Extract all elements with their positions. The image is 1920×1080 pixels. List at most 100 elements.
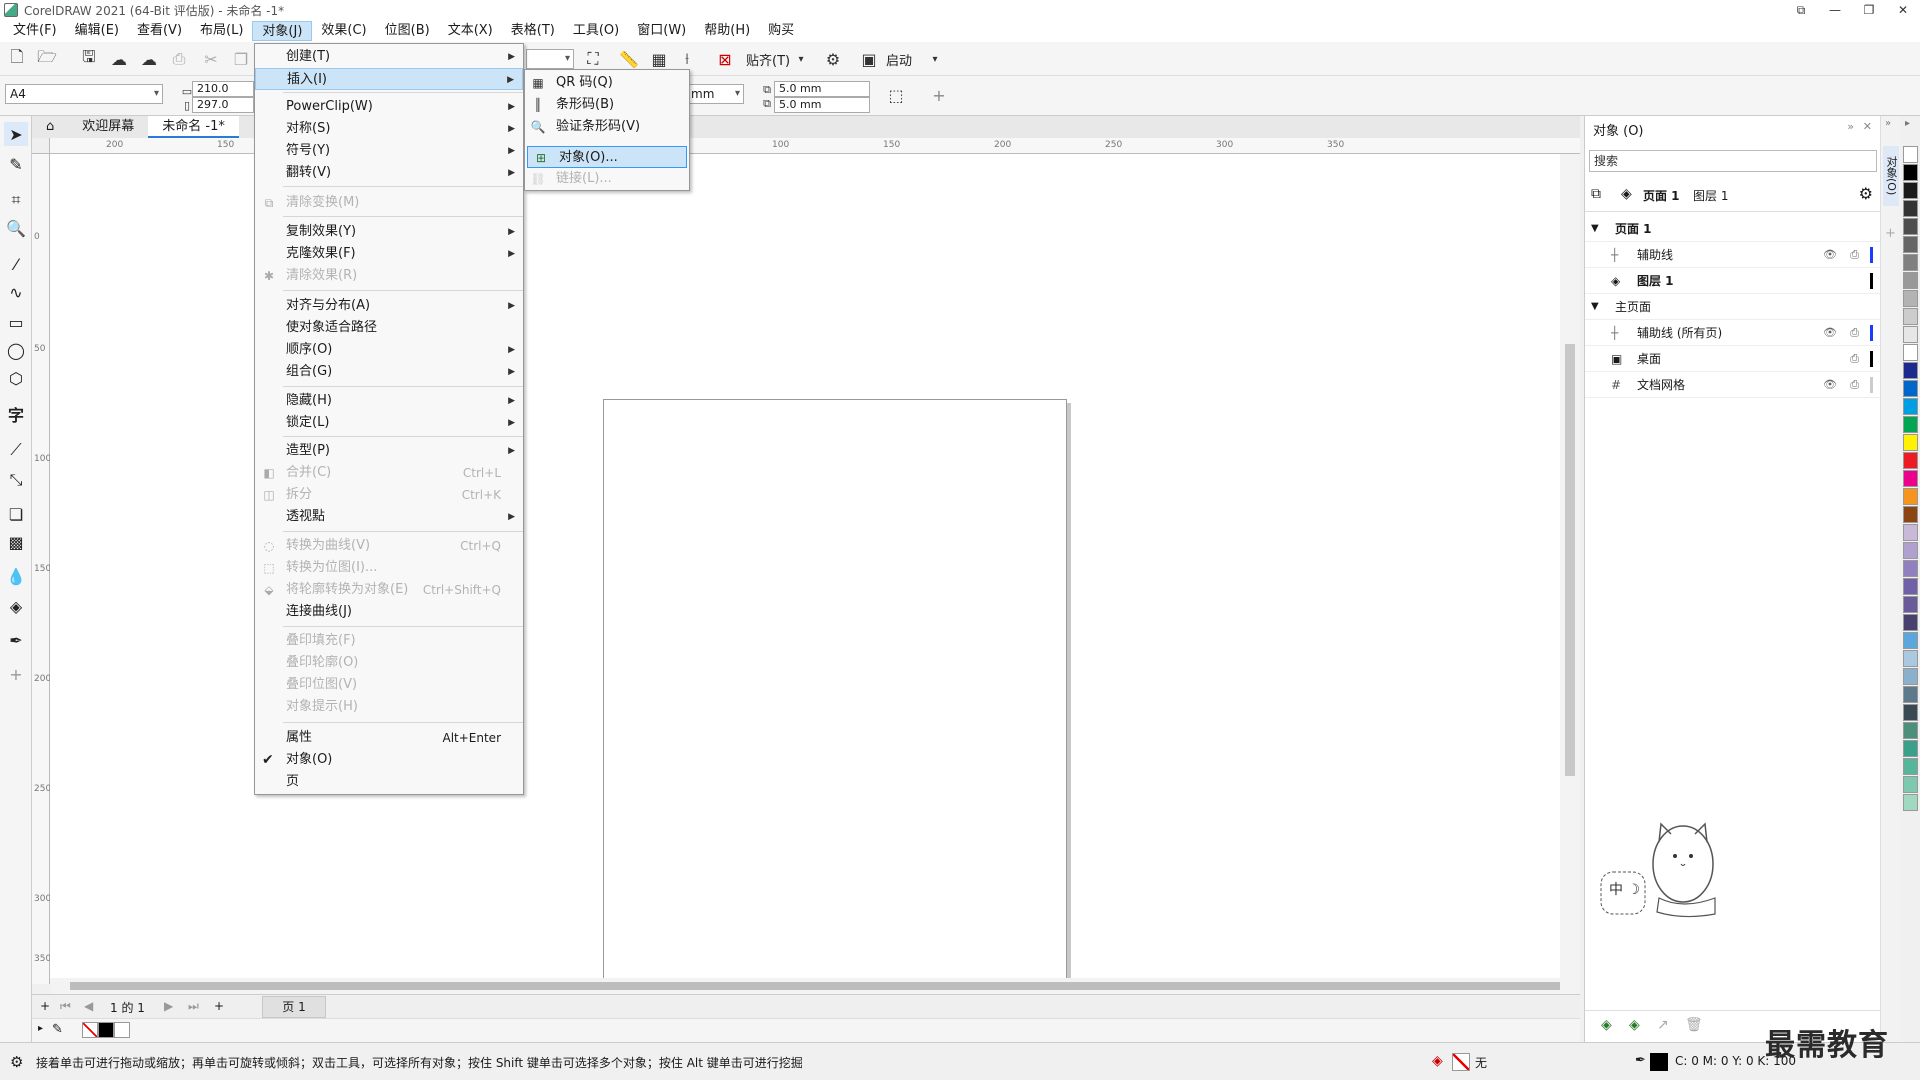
fill-none-swatch[interactable] (1452, 1053, 1470, 1071)
delete-icon[interactable]: 🗑 (1685, 1017, 1703, 1033)
move-to-layer-icon[interactable]: ↗ (1657, 1017, 1669, 1033)
expand-arrow-icon[interactable]: ▼ (1591, 294, 1599, 320)
menu-item-overprint-outline[interactable]: 叠印轮廓(O) (255, 652, 523, 674)
menu-item-page[interactable]: 页 (255, 771, 523, 793)
menu-bitmaps[interactable]: 位图(B) (376, 21, 439, 41)
palette-swatch[interactable] (1903, 722, 1918, 739)
menu-item-lock[interactable]: 锁定(L) ▶ (255, 412, 523, 434)
menu-item-powerclip[interactable]: PowerClip(W) ▶ (255, 96, 523, 118)
menu-item-shaping[interactable]: 造型(P) ▶ (255, 440, 523, 462)
add-property-icon[interactable]: + (928, 84, 950, 106)
menu-buy[interactable]: 购买 (759, 21, 803, 41)
units-combo[interactable]: mm ▾ (686, 84, 744, 104)
visibility-eye-icon[interactable]: 👁 (1823, 320, 1837, 346)
palette-swatch[interactable] (1903, 344, 1918, 361)
help-window-button[interactable]: ⧉ (1784, 0, 1818, 20)
palette-swatch[interactable] (1903, 380, 1918, 397)
palette-swatch[interactable] (1903, 776, 1918, 793)
palette-swatch[interactable] (1903, 506, 1918, 523)
outline-pen-icon[interactable]: ✒ (1635, 1053, 1646, 1068)
add-page-before-icon[interactable]: + (40, 999, 50, 1013)
menu-item-clear-transform[interactable]: ⧉ 清除变换(M) (255, 192, 523, 214)
show-grid-icon[interactable]: ▦ (648, 48, 670, 70)
fill-indicator-icon[interactable]: ◈ (1432, 1053, 1443, 1069)
transparency-tool-icon[interactable]: ▩ (4, 530, 28, 554)
palette-swatch[interactable] (1903, 200, 1918, 217)
text-tool-icon[interactable]: 字 (4, 402, 28, 426)
page-width-field[interactable]: 210.0 mm (192, 81, 254, 109)
open-folder-icon[interactable]: 🗁 (36, 47, 58, 70)
palette-swatch[interactable] (1903, 452, 1918, 469)
menu-item-clear-effect[interactable]: ✱ 清除效果(R) (255, 265, 523, 287)
show-rulers-icon[interactable]: 📏 (618, 48, 640, 70)
tree-row-guides-all-pages[interactable]: ┼ 辅助线 (所有页) 👁 ⎙ (1585, 320, 1881, 346)
menu-item-fit-to-path[interactable]: 使对象适合路径 (255, 317, 523, 339)
menu-item-overprint-fill[interactable]: 叠印填充(F) (255, 630, 523, 652)
freehand-tool-icon[interactable]: ⁄ (4, 252, 28, 276)
palette-swatch[interactable] (1903, 308, 1918, 325)
menu-window[interactable]: 窗口(W) (628, 21, 695, 41)
palette-swatch[interactable] (1903, 326, 1918, 343)
crop-tool-icon[interactable]: ⌗ (4, 188, 28, 212)
menu-item-order[interactable]: 顺序(O) ▶ (255, 339, 523, 361)
palette-swatch[interactable] (1903, 218, 1918, 235)
vertical-scroll-thumb[interactable] (1565, 344, 1575, 776)
palette-swatch[interactable] (1903, 758, 1918, 775)
menu-item-symmetry[interactable]: 对称(S) ▶ (255, 118, 523, 140)
submenu-item-qr-code[interactable]: ▦ QR 码(Q) (525, 72, 689, 94)
ruler-origin[interactable] (32, 138, 50, 154)
menu-item-symbol[interactable]: 符号(Y) ▶ (255, 140, 523, 162)
tree-row-master-page[interactable]: ▼ 主页面 (1585, 294, 1881, 320)
docker-settings-gear-icon[interactable]: ⚙ (1859, 184, 1873, 203)
menu-item-outline-to-object[interactable]: ⬙ 将轮廓转换为对象(E) Ctrl+Shift+Q (255, 579, 523, 601)
palette-swatch[interactable] (1903, 434, 1918, 451)
launch-dropdown[interactable]: 启动 (886, 50, 912, 69)
options-gear-icon[interactable]: ⚙ (822, 48, 844, 70)
menu-item-convert-to-bitmap[interactable]: ⬚ 转换为位图(I)... (255, 557, 523, 579)
palette-swatch[interactable] (1903, 146, 1918, 163)
docker-close-icon[interactable]: ✕ (1863, 120, 1872, 133)
menu-item-object-hints[interactable]: 对象提示(H) (255, 696, 523, 718)
palette-swatch[interactable] (1903, 254, 1918, 271)
palette-swatch[interactable] (1903, 182, 1918, 199)
palette-swatch[interactable] (1903, 578, 1918, 595)
palette-swatch[interactable] (1903, 596, 1918, 613)
home-icon[interactable]: ⌂ (32, 116, 68, 138)
settings-gear-icon[interactable]: ⚙ (10, 1053, 23, 1071)
submenu-item-links[interactable]: ⛓ 链接(L)... (525, 168, 689, 190)
add-docker-icon[interactable]: + (1885, 226, 1896, 241)
new-master-layer-icon[interactable]: ◈ (1629, 1017, 1640, 1033)
menu-effects[interactable]: 效果(C) (312, 21, 375, 41)
menu-edit[interactable]: 编辑(E) (66, 21, 128, 41)
expand-arrow-icon[interactable]: ▼ (1591, 216, 1599, 242)
menu-layout[interactable]: 布局(L) (191, 21, 252, 41)
menu-item-insert[interactable]: 插入(I) ▶ (255, 68, 523, 90)
menu-item-join-curves[interactable]: 连接曲线(J) (255, 601, 523, 623)
connector-tool-icon[interactable]: ⤡ (4, 468, 28, 492)
duplicate-y-field[interactable]: 5.0 mm (774, 97, 870, 113)
print-icon[interactable]: ⎙ (168, 48, 190, 70)
menu-item-create[interactable]: 创建(T) ▶ (255, 46, 523, 68)
menu-item-overprint-bitmap[interactable]: 叠印位图(V) (255, 674, 523, 696)
rectangle-tool-icon[interactable]: ▭ (4, 310, 28, 334)
drop-shadow-tool-icon[interactable]: ❏ (4, 502, 28, 526)
tree-row-layer1[interactable]: ◈ 图层 1 (1585, 268, 1881, 294)
page-frame-icon[interactable]: ⬚ (885, 84, 907, 106)
launch-icon[interactable]: ▣ (858, 48, 880, 70)
vertical-scrollbar[interactable] (1560, 154, 1580, 984)
view-options-icon[interactable]: ⧉ (1591, 186, 1601, 202)
menu-table[interactable]: 表格(T) (502, 21, 564, 41)
add-tool-icon[interactable]: + (4, 662, 28, 686)
visibility-eye-icon[interactable]: 👁 (1823, 242, 1837, 268)
page-tab[interactable]: 页 1 (262, 996, 326, 1018)
submenu-item-barcode[interactable]: ║ 条形码(B) (525, 94, 689, 116)
pick-tool-icon[interactable]: ➤ (4, 122, 28, 146)
palette-expand-icon[interactable]: ▸ (38, 1023, 43, 1034)
smart-fill-tool-icon[interactable]: ✒ (4, 628, 28, 652)
menu-item-hide[interactable]: 隐藏(H) ▶ (255, 390, 523, 412)
next-page-icon[interactable]: ▶ (164, 999, 173, 1013)
menu-help[interactable]: 帮助(H) (695, 21, 759, 41)
palette-swatch[interactable] (1903, 704, 1918, 721)
tree-row-document-grid[interactable]: # 文档网格 👁 ⎙ (1585, 372, 1881, 398)
show-guidelines-icon[interactable]: ⟊ (676, 48, 698, 70)
